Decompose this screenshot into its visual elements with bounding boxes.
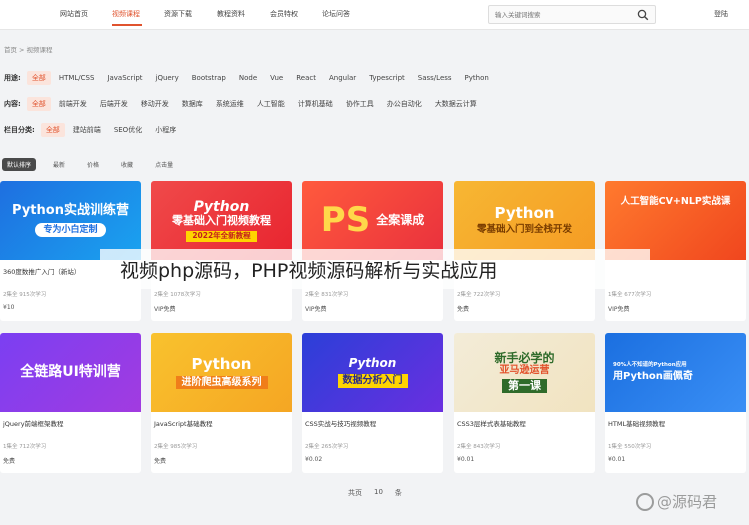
course-card[interactable]: 全链路UI特训营 jQuery前端框架教程 1集全 712次学习 免费 (0, 333, 141, 473)
filter-option[interactable]: Python (460, 72, 494, 84)
search-input[interactable] (495, 9, 635, 21)
top-nav: 网站首页 视频课程 资源下载 教程资料 会员特权 论坛问答 登陆 (0, 0, 749, 30)
course-name[interactable]: jQuery前端框架教程 (3, 418, 64, 428)
pagination-count[interactable]: 10 (374, 488, 383, 498)
sort-bar: 默认排序 最新 价格 收藏 点击量 (2, 158, 190, 171)
course-price: 免费 (457, 306, 470, 313)
filter-content-label: 内容: (4, 100, 21, 108)
course-thumbnail[interactable]: 新手必学的 亚马逊运营 第一课 (454, 333, 595, 412)
nav-video-courses[interactable]: 视频课程 (112, 9, 140, 19)
filter-option[interactable]: 全部 (26, 71, 51, 85)
course-learners: 2集全 985次学习 (154, 444, 198, 450)
filter-option[interactable]: Angular (324, 72, 361, 84)
filter-option[interactable]: 前端开发 (54, 97, 92, 111)
course-learners: 2集全 915次学习 (3, 292, 47, 298)
overlay-title: 视频php源码，PHP视频源码解析与实战应用 (120, 260, 498, 282)
nav-forum[interactable]: 论坛问答 (322, 9, 350, 19)
course-name[interactable]: JavaScript基础教程 (154, 418, 213, 428)
pagination-total-label: 共页 (348, 489, 362, 497)
sort-newest[interactable]: 最新 (48, 158, 70, 171)
filter-option[interactable]: SEO优化 (109, 123, 147, 137)
course-thumbnail[interactable]: Python 数据分析入门 (302, 333, 443, 412)
filter-content: 内容: 全部 前端开发 后端开发 移动开发 数据库 系统运维 人工智能 计算机基… (4, 97, 485, 111)
watermark-logo-icon (636, 492, 654, 511)
filter-option[interactable]: Vue (265, 72, 288, 84)
filter-option[interactable]: 全部 (26, 97, 51, 111)
search-box[interactable] (488, 5, 656, 24)
course-price: ¥0.01 (457, 456, 475, 463)
nav-home[interactable]: 网站首页 (60, 9, 88, 19)
filter-option[interactable]: Sass/Less (413, 72, 457, 84)
course-thumbnail[interactable]: Python 进阶爬虫高级系列 (151, 333, 292, 412)
filter-option[interactable]: JavaScript (102, 72, 147, 84)
filter-option[interactable]: 计算机基础 (293, 97, 338, 111)
course-name[interactable]: CSS实战与技巧视频教程 (305, 418, 376, 428)
course-price: 免费 (3, 458, 16, 465)
course-learners: 1集全 550次学习 (608, 444, 652, 450)
filter-option[interactable]: 系统运维 (211, 97, 249, 111)
pagination-unit: 条 (394, 489, 402, 497)
course-card[interactable]: Python 数据分析入门 CSS实战与技巧视频教程 2集全 265次学习 ¥0… (302, 333, 443, 473)
course-thumbnail[interactable]: 90%人不知道的Python应用 用Python画佩奇 (605, 333, 746, 412)
course-card[interactable]: 新手必学的 亚马逊运营 第一课 CSS3层样式表基础教程 2集全 843次学习 … (454, 333, 595, 473)
filter-option[interactable]: 数据库 (177, 97, 208, 111)
filter-option[interactable]: 移动开发 (136, 97, 174, 111)
course-price: 免费 (154, 458, 167, 465)
filter-option[interactable]: 建站前端 (68, 123, 106, 137)
watermark-text: @源码君 (657, 493, 718, 511)
active-nav-indicator (112, 24, 142, 26)
filter-option[interactable]: Typescript (364, 72, 410, 84)
filter-column-label: 栏目分类: (4, 126, 35, 134)
filter-option[interactable]: 小程序 (150, 123, 181, 137)
breadcrumb: 首页 > 视频课程 (4, 46, 53, 54)
course-name[interactable]: HTML基础视频教程 (608, 418, 665, 428)
filter-option[interactable]: Node (234, 72, 262, 84)
course-learners: 1集全 677次学习 (608, 292, 652, 298)
course-price: VIP免费 (305, 306, 327, 313)
nav-tutorials[interactable]: 教程资料 (217, 9, 245, 19)
course-thumbnail[interactable]: 全链路UI特训营 (0, 333, 141, 412)
filter-option[interactable]: 全部 (40, 123, 65, 137)
sort-price[interactable]: 价格 (82, 158, 104, 171)
course-learners: 2集全 722次学习 (457, 292, 501, 298)
course-learners: 2集全 843次学习 (457, 444, 501, 450)
filter-option[interactable]: 大数据云计算 (430, 97, 482, 111)
course-learners: 1集全 712次学习 (3, 444, 47, 450)
filter-option[interactable]: 办公自动化 (382, 97, 427, 111)
course-name[interactable]: 360度数推广入门（新站） (3, 266, 80, 276)
nav-membership[interactable]: 会员特权 (270, 9, 298, 19)
sort-favorites[interactable]: 收藏 (116, 158, 138, 171)
filter-option[interactable]: jQuery (151, 72, 184, 84)
breadcrumb-home[interactable]: 首页 (4, 46, 17, 54)
course-learners: 2集全 831次学习 (305, 292, 349, 298)
course-learners: 2集全 1078次学习 (154, 292, 201, 298)
login-link[interactable]: 登陆 (714, 9, 728, 19)
course-card[interactable]: 90%人不知道的Python应用 用Python画佩奇 HTML基础视频教程 1… (605, 333, 746, 473)
filter-usage-label: 用途: (4, 74, 21, 82)
breadcrumb-current: 视频课程 (26, 46, 53, 54)
watermark: @源码君 (636, 491, 717, 512)
course-price: ¥0.02 (305, 456, 323, 463)
filter-option[interactable]: 后端开发 (95, 97, 133, 111)
course-price: ¥10 (3, 304, 15, 311)
filter-option[interactable]: Bootstrap (187, 72, 231, 84)
pagination: 共页 10 条 (348, 488, 402, 498)
course-learners: 2集全 265次学习 (305, 444, 349, 450)
course-price: ¥0.01 (608, 456, 626, 463)
search-icon[interactable] (637, 9, 649, 21)
sort-default[interactable]: 默认排序 (2, 158, 37, 171)
course-price: VIP免费 (608, 306, 630, 313)
filter-option[interactable]: 协作工具 (341, 97, 379, 111)
filter-option[interactable]: 人工智能 (252, 97, 290, 111)
course-card[interactable]: Python 进阶爬虫高级系列 JavaScript基础教程 2集全 985次学… (151, 333, 292, 473)
filter-option[interactable]: React (291, 72, 321, 84)
course-name[interactable]: CSS3层样式表基础教程 (457, 418, 526, 428)
filter-option[interactable]: HTML/CSS (54, 72, 100, 84)
sort-clicks[interactable]: 点击量 (150, 158, 178, 171)
filter-usage: 用途: 全部 HTML/CSS JavaScript jQuery Bootst… (4, 71, 497, 85)
filter-column: 栏目分类: 全部 建站前端 SEO优化 小程序 (4, 123, 184, 137)
nav-downloads[interactable]: 资源下载 (164, 9, 192, 19)
course-price: VIP免费 (154, 306, 176, 313)
